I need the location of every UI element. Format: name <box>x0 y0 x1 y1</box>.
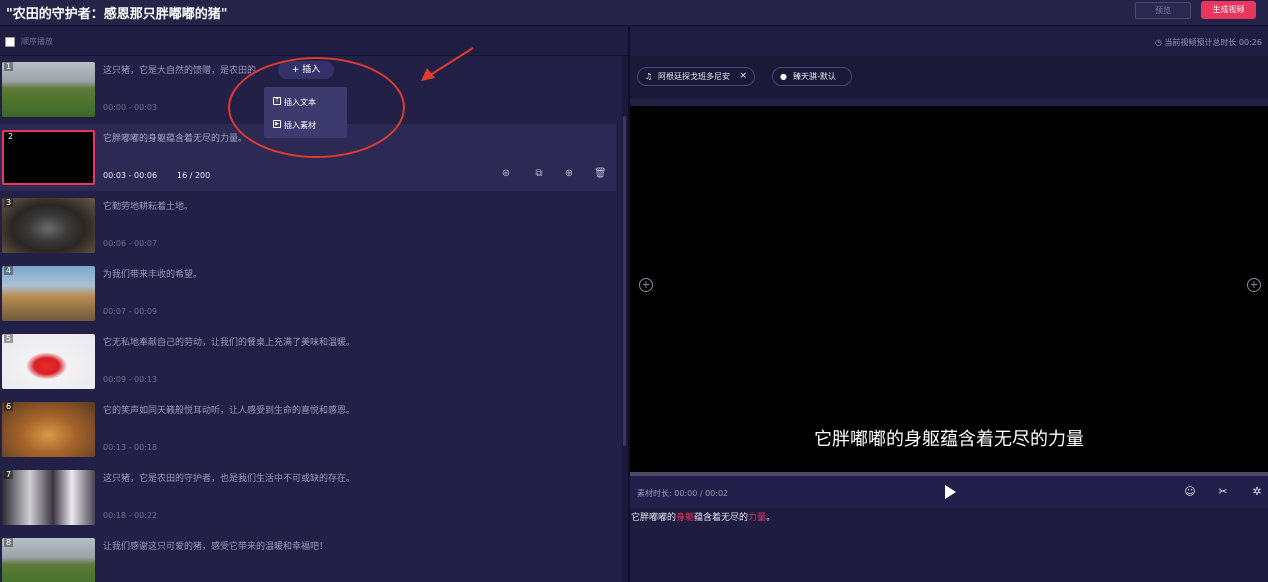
caption-highlight: 身躯 <box>676 513 695 523</box>
clip-thumbnail[interactable]: 1 <box>2 62 95 117</box>
annotation-arrow-icon <box>421 47 474 81</box>
play-icon[interactable] <box>945 485 956 499</box>
clip-list-scrollbar[interactable] <box>622 56 627 582</box>
clip-thumbnail[interactable]: 3 <box>2 198 95 253</box>
clip-row[interactable]: 7 这只猪，它是农田的守护者，也是我们生活中不可或缺的存在。 00:18 - 00:… <box>0 464 616 531</box>
media-icon: ▶ <box>273 120 281 128</box>
sequential-play-label: 顺序播放 <box>21 37 53 46</box>
generate-video-button[interactable]: 生成视频 <box>1201 1 1256 19</box>
clip-text[interactable]: 为我们带来丰收的希望。 <box>103 267 202 280</box>
clip-thumbnail[interactable]: 7 <box>2 470 95 525</box>
insert-menu: T 插入文本 ▶ 插入素材 <box>264 87 347 138</box>
clip-thumbnail[interactable]: 8 <box>2 538 95 582</box>
preview-panel: ◷ 当前视频预计总时长 00:26 ♫ 阿根廷探戈班多尼安 × ● 臻天骐-默认… <box>630 27 1268 582</box>
music-tag-label: 阿根廷探戈班多尼安 <box>658 72 730 81</box>
caption-segment: 蕴含着无尽的 <box>694 513 749 523</box>
video-preview[interactable]: 它胖嘟嘟的身躯蕴含着无尽的力量 + + <box>630 106 1268 472</box>
clip-number: 5 <box>4 334 14 343</box>
clip-number: 1 <box>4 62 14 71</box>
add-right-icon[interactable]: + <box>1247 278 1261 292</box>
clip-text[interactable]: 这只猪，它是农田的守护者，也是我们生活中不可或缺的存在。 <box>103 471 355 484</box>
clip-row[interactable]: 6 它的笑声如同天籁般悦耳动听，让人感受到生命的喜悦和感恩。 00:13 - 00:… <box>0 396 616 463</box>
caption-text: 它胖嘟嘟的身躯蕴含着无尽的力量。 <box>631 510 775 523</box>
clip-row[interactable]: 8 让我们感谢这只可爱的猪，感受它带来的温暖和幸福吧！ <box>0 532 616 582</box>
clip-time-range: 00:07 - 00:09 <box>103 307 158 316</box>
add-icon[interactable]: ⊕ <box>563 168 575 180</box>
avatar-icon[interactable]: ☺ <box>1183 485 1197 499</box>
sequential-play-bar: 顺序播放 <box>0 27 628 56</box>
music-icon: ♫ <box>645 72 653 81</box>
clip-text[interactable]: 它勤劳地耕耘着土地。 <box>103 199 193 212</box>
clip-row[interactable]: 4 为我们带来丰收的希望。 00:07 - 00:09 <box>0 260 616 327</box>
total-duration: ◷ 当前视频预计总时长 00:26 <box>1155 37 1262 48</box>
material-duration: 素材时长: 00:00 / 00:02 <box>637 489 729 498</box>
total-duration-label: 当前视频预计总时长 00:26 <box>1164 38 1262 47</box>
caption-highlight: 力量 <box>748 513 767 523</box>
clip-number: 2 <box>6 132 16 141</box>
music-tag[interactable]: ♫ 阿根廷探戈班多尼安 × <box>637 67 755 86</box>
preview-button[interactable]: 预览 <box>1135 2 1191 19</box>
caption-segment: 。 <box>766 513 776 523</box>
clip-time-range: 00:18 - 00:22 <box>103 511 158 520</box>
scrollbar-thumb[interactable] <box>623 116 626 446</box>
clip-thumbnail[interactable]: 6 <box>2 402 95 457</box>
clip-thumbnail[interactable]: 2 <box>2 130 95 185</box>
clock-icon: ◷ <box>1154 38 1162 47</box>
clip-number: 7 <box>4 470 14 479</box>
insert-text-label: 插入文本 <box>284 98 316 107</box>
sequential-play-checkbox[interactable] <box>5 37 15 47</box>
insert-media-label: 插入素材 <box>284 121 316 130</box>
scissors-icon[interactable]: ✂ <box>1216 485 1230 499</box>
clip-thumbnail[interactable]: 5 <box>2 334 95 389</box>
clip-time-range: 00:09 - 00:13 <box>103 375 158 384</box>
project-title: "农田的守护者：感恩那只胖嘟嘟的猪" <box>6 7 228 22</box>
clip-text[interactable]: 它无私地奉献自己的劳动，让我们的餐桌上充满了美味和温暖。 <box>103 335 355 348</box>
insert-text-menu-item[interactable]: T 插入文本 <box>273 97 316 108</box>
clip-text[interactable]: 它胖嘟嘟的身躯蕴含着无尽的力量。 <box>103 131 247 144</box>
voice-tag[interactable]: ● 臻天骐-默认 <box>772 67 852 86</box>
clip-thumbnail[interactable]: 4 <box>2 266 95 321</box>
clip-number: 4 <box>4 266 14 275</box>
clip-number: 6 <box>4 402 14 411</box>
clip-char-count: 16 / 200 <box>177 171 211 180</box>
insert-button[interactable]: + 插入 <box>278 61 334 79</box>
trash-icon[interactable]: 🗑 <box>594 168 607 180</box>
close-icon[interactable]: × <box>739 68 747 85</box>
clip-text[interactable]: 让我们感谢这只可爱的猪，感受它带来的温暖和幸福吧！ <box>103 539 328 552</box>
clip-text[interactable]: 这只猪，它是大自然的馈赠，是农田的 <box>103 63 256 76</box>
add-left-icon[interactable]: + <box>639 278 653 292</box>
clip-number: 8 <box>4 538 14 547</box>
clip-row[interactable]: 3 它勤劳地耕耘着土地。 00:06 - 00:07 <box>0 192 616 259</box>
voice-tag-label: 臻天骐-默认 <box>793 72 836 81</box>
clip-text[interactable]: 它的笑声如同天籁般悦耳动听，让人感受到生命的喜悦和感恩。 <box>103 403 355 416</box>
insert-media-menu-item[interactable]: ▶ 插入素材 <box>273 120 316 131</box>
replace-icon[interactable]: ⊛ <box>500 168 512 180</box>
swap-media-icon[interactable]: ⧉ <box>533 168 545 180</box>
microphone-icon: ● <box>780 72 787 81</box>
top-bar: "农田的守护者：感恩那只胖嘟嘟的猪" 预览 生成视频 <box>0 0 1268 26</box>
clip-time-range: 00:06 - 00:07 <box>103 239 158 248</box>
settings-icon[interactable]: ✲ <box>1250 485 1264 499</box>
clip-time-range: 00:03 - 00:06 <box>103 171 158 180</box>
clip-row[interactable]: 5 它无私地奉献自己的劳动，让我们的餐桌上充满了美味和温暖。 00:09 - 00:… <box>0 328 616 395</box>
preview-strip <box>630 98 1268 106</box>
text-icon: T <box>273 97 281 105</box>
caption-segment: 它胖嘟嘟的 <box>631 513 677 523</box>
clip-time-range: 00:00 - 00:03 <box>103 103 158 112</box>
video-subtitle: 它胖嘟嘟的身躯蕴含着无尽的力量 <box>814 429 1084 450</box>
clip-time-range: 00:13 - 00:18 <box>103 443 158 452</box>
clip-number: 3 <box>4 198 14 207</box>
duration-bar: ◷ 当前视频预计总时长 00:26 <box>630 27 1268 56</box>
player-controls: 素材时长: 00:00 / 00:02 ☺ ✂ ✲ <box>630 476 1268 508</box>
